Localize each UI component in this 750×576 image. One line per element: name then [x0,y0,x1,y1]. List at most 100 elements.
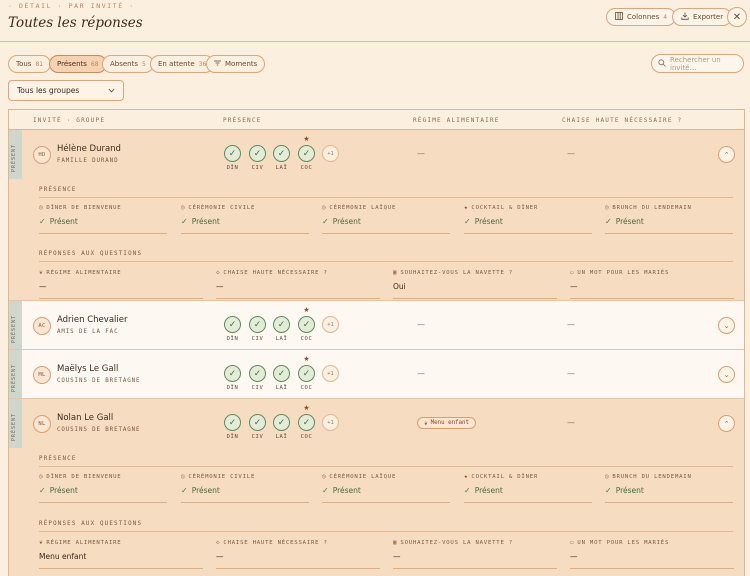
moment-cell: ◷ BRUNCH DU LENDEMAIN ✓ Présent [605,204,733,234]
message-icon: ▭ [570,539,575,546]
moment-label: LAÏ [275,434,288,440]
check-icon: ✓ [605,486,612,495]
clock-icon: ◷ [39,473,44,480]
guest-name: Nolan Le Gall [57,413,114,423]
table-row[interactable]: PRÉSENT AC Adrien Chevalier AMIS DE LA F… [9,301,744,350]
moment-name: CÉRÉMONIE LAÏQUE [329,473,397,480]
check-icon: ✓ [273,316,290,333]
moment-cell: ◷ DÎNER DE BIENVENUE ✓ Présent [39,473,167,503]
star-icon: ★ [303,355,310,363]
check-icon: ✓ [181,217,188,226]
presence-indicators: ✓ ✓ ✓ ✓ ★ +1 DÎN CIV LAÏ COC [224,404,364,448]
bus-icon: ▣ [393,539,398,546]
avatar: ML [33,366,51,384]
moment-name: CÉRÉMONIE LAÏQUE [329,204,397,211]
status-tag: PRÉSENT [9,399,22,448]
question-cell: ❦ RÉGIME ALIMENTAIRE — [39,269,203,299]
moment-cell: ◷ CÉRÉMONIE LAÏQUE ✓ Présent [322,473,450,503]
columns-count: 4 [663,13,668,21]
questions-section-title: RÉPONSES AUX QUESTIONS [39,251,143,257]
question-cell: ▭ UN MOT POUR LES MARIÉS — [570,539,734,569]
status-tag-label: PRÉSENT [11,413,17,442]
group-select[interactable]: Tous les groupes [8,80,124,101]
collapse-button[interactable]: ⌃ [718,146,735,163]
moment-label: COC [300,385,313,391]
table-row[interactable]: PRÉSENT NL Nolan Le Gall COUSINS DE BRET… [9,399,744,576]
status-tag-label: PRÉSENT [11,144,17,173]
close-button[interactable]: ✕ [727,7,747,27]
search-input[interactable]: Rechercher un invité… [651,54,744,73]
table-row[interactable]: PRÉSENT ML Maëlys Le Gall COUSINS DE BRE… [9,350,744,399]
moment-label: LAÏ [275,385,288,391]
filter-moments-button[interactable]: Moments [206,55,266,73]
moment-cell: ★ COCKTAIL & DÎNER ✓ Présent [464,473,592,503]
question-answer: — [216,282,224,291]
question-label: SOUHAITEZ-VOUS LA NAVETTE ? [400,539,513,546]
divider [39,531,733,532]
question-answer: — [570,282,578,291]
guest-name: Maëlys Le Gall [57,364,119,374]
check-icon: ✓ [298,316,315,333]
moment-cell: ◷ CÉRÉMONIE LAÏQUE ✓ Présent [322,204,450,234]
tag-icon: ◇ [216,269,221,276]
moment-name: DÎNER DE BIENVENUE [46,204,122,211]
expand-button[interactable]: ⌄ [718,366,735,383]
filter-tab-present[interactable]: Présents 68 [49,55,107,73]
filter-count: 5 [142,60,146,68]
moment-name: BRUNCH DU LENDEMAIN [612,204,692,211]
moment-status: Présent [49,486,78,495]
chevron-up-icon: ⌃ [723,150,730,159]
clock-icon: ◷ [181,204,186,211]
moment-label: LAÏ [275,165,288,171]
question-label: RÉGIME ALIMENTAIRE [46,269,122,276]
filter-tab-pending[interactable]: En attente 36 [150,55,215,73]
page-title: Toutes les réponses [8,15,143,31]
check-icon: ✓ [224,414,241,431]
check-icon: ✓ [464,486,471,495]
status-tag: PRÉSENT [9,350,22,398]
export-button[interactable]: Exporter [672,8,733,26]
moment-label: CIV [251,165,264,171]
question-label: CHAISE HAUTE NÉCESSAIRE ? [223,269,328,276]
moment-status: Présent [49,217,78,226]
table-row[interactable]: PRÉSENT HD Hélène Durand FAMILLE DURAND … [9,130,744,301]
question-cell: ◇ CHAISE HAUTE NÉCESSAIRE ? — [216,269,380,299]
star-icon: ★ [303,135,310,143]
moment-cell: ★ COCKTAIL & DÎNER ✓ Présent [464,204,592,234]
column-header-high-chair: CHAISE HAUTE NÉCESSAIRE ? [562,117,683,124]
close-icon: ✕ [732,11,742,23]
status-tag: PRÉSENT [9,130,22,179]
columns-label: Colonnes [627,13,660,21]
clock-icon: ◷ [322,204,327,211]
question-answer: — [39,282,47,291]
responses-table: INVITÉ · GROUPE PRÉSENCE RÉGIME ALIMENTA… [8,109,745,576]
expand-button[interactable]: ⌄ [718,317,735,334]
presence-indicators: ✓ ✓ ✓ ✓ ★ +1 DÎN CIV LAÏ COC [224,355,364,399]
leaf-icon: ❦ [39,269,44,276]
filter-label: Tous [16,60,32,68]
status-tag-label: PRÉSENT [11,364,17,393]
moment-name: COCKTAIL & DÎNER [471,473,539,480]
group-select-value: Tous les groupes [17,86,80,95]
moment-label: COC [300,165,313,171]
question-label: UN MOT POUR LES MARIÉS [577,539,670,546]
column-header-presence: PRÉSENCE [223,117,262,124]
clock-icon: ◷ [605,204,610,211]
divider [39,466,733,467]
check-icon: ✓ [224,365,241,382]
guest-name: Adrien Chevalier [57,315,128,325]
chevron-down-icon: ⌄ [723,370,730,379]
moment-status: Présent [191,217,220,226]
question-answer: — [393,552,401,561]
column-header-guest: INVITÉ · GROUPE [33,117,106,124]
filter-label: Absents [110,60,139,68]
filter-tab-absent[interactable]: Absents 5 [102,55,154,73]
filter-tab-all[interactable]: Tous 81 [8,55,52,73]
moment-name: CÉRÉMONIE CIVILE [188,204,256,211]
check-icon: ✓ [249,316,266,333]
questions-section-title: RÉPONSES AUX QUESTIONS [39,521,143,527]
collapse-button[interactable]: ⌃ [718,415,735,432]
moment-name: BRUNCH DU LENDEMAIN [612,473,692,480]
chevron-down-icon [108,86,115,95]
columns-button[interactable]: Colonnes 4 [606,8,677,26]
